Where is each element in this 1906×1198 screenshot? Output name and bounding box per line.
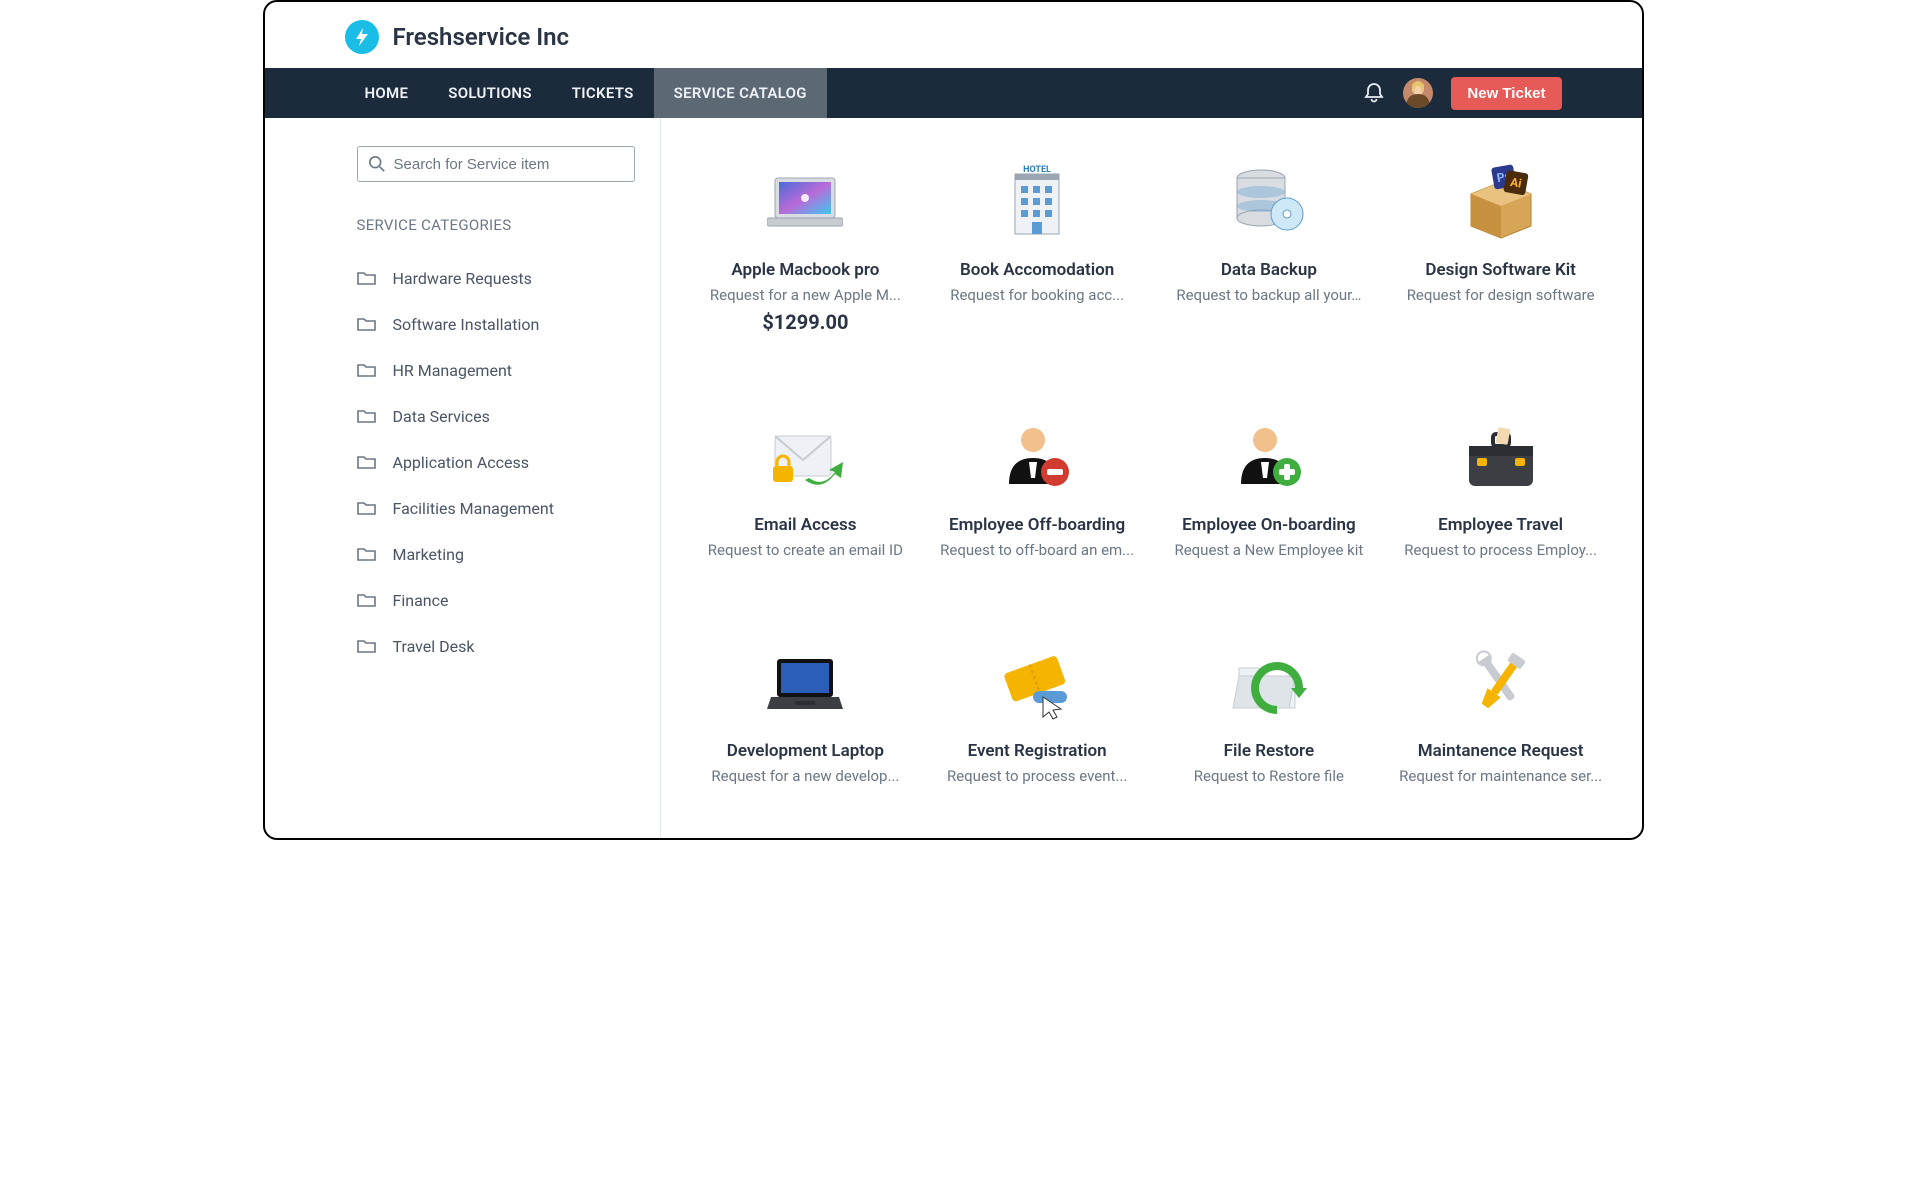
folder-icon — [357, 544, 377, 564]
category-label: Data Services — [393, 407, 490, 426]
person-plus-icon — [1214, 407, 1324, 507]
user-avatar[interactable] — [1403, 78, 1433, 108]
catalog-item-file-restore[interactable]: File Restore Request to Restore file — [1158, 633, 1380, 818]
catalog-item-desc: Request for design software — [1407, 286, 1595, 304]
catalog-item-employee-travel[interactable]: Employee Travel Request to process Emplo… — [1390, 407, 1612, 592]
catalog-item-title: Development Laptop — [727, 741, 884, 761]
category-facilities-management[interactable]: Facilities Management — [357, 492, 660, 524]
catalog-item-desc: Request for booking acc... — [950, 286, 1124, 304]
category-label: Finance — [393, 591, 449, 610]
folder-icon — [357, 590, 377, 610]
catalog-item-title: Employee Off-boarding — [949, 515, 1125, 535]
sidebar: SERVICE CATEGORIES Hardware Requests Sof… — [265, 118, 661, 838]
catalog-item-apple-macbook-pro[interactable]: Apple Macbook pro Request for a new Appl… — [695, 152, 917, 367]
category-label: Travel Desk — [393, 637, 475, 656]
category-label: Software Installation — [393, 315, 540, 334]
category-software-installation[interactable]: Software Installation — [357, 308, 660, 340]
catalog-item-desc: Request to process Employ... — [1404, 541, 1597, 559]
folder-icon — [357, 498, 377, 518]
catalog-grid: Apple Macbook pro Request for a new Appl… — [661, 118, 1642, 838]
folder-icon — [357, 268, 377, 288]
catalog-item-desc: Request for maintenance ser... — [1399, 767, 1602, 785]
hotel-icon — [982, 152, 1092, 252]
catalog-item-development-laptop[interactable]: Development Laptop Request for a new dev… — [695, 633, 917, 818]
category-data-services[interactable]: Data Services — [357, 400, 660, 432]
catalog-item-title: Apple Macbook pro — [731, 260, 879, 280]
category-marketing[interactable]: Marketing — [357, 538, 660, 570]
catalog-item-desc: Request to off-board an em... — [940, 541, 1134, 559]
category-application-access[interactable]: Application Access — [357, 446, 660, 478]
database-disc-icon — [1214, 152, 1324, 252]
catalog-item-price: $1299.00 — [762, 310, 848, 334]
folder-icon — [357, 314, 377, 334]
catalog-item-desc: Request to backup all your… — [1176, 286, 1361, 304]
catalog-item-title: Book Accomodation — [960, 260, 1114, 280]
folder-icon — [357, 406, 377, 426]
notifications-icon[interactable] — [1363, 82, 1385, 104]
dev-laptop-icon — [750, 633, 860, 733]
catalog-item-title: Employee Travel — [1438, 515, 1563, 535]
categories-heading: SERVICE CATEGORIES — [357, 216, 660, 234]
catalog-item-desc: Request a New Employee kit — [1174, 541, 1363, 559]
nav-solutions[interactable]: SOLUTIONS — [428, 68, 552, 118]
catalog-item-desc: Request for a new Apple M... — [710, 286, 901, 304]
category-label: HR Management — [393, 361, 513, 380]
brand-logo — [345, 20, 379, 54]
catalog-item-desc: Request to create an email ID — [708, 541, 903, 559]
catalog-item-title: Email Access — [754, 515, 856, 535]
catalog-item-event-registration[interactable]: Event Registration Request to process ev… — [926, 633, 1148, 818]
catalog-item-title: Data Backup — [1221, 260, 1317, 280]
category-label: Application Access — [393, 453, 530, 472]
catalog-item-desc: Request for a new develop... — [711, 767, 899, 785]
catalog-item-title: Maintanence Request — [1418, 741, 1584, 761]
tools-icon — [1446, 633, 1556, 733]
catalog-item-title: Event Registration — [968, 741, 1107, 761]
brand-header: Freshservice Inc — [265, 2, 1642, 68]
design-box-icon — [1446, 152, 1556, 252]
category-travel-desk[interactable]: Travel Desk — [357, 630, 660, 662]
category-hardware-requests[interactable]: Hardware Requests — [357, 262, 660, 294]
catalog-item-desc: Request to process event... — [947, 767, 1127, 785]
nav-service-catalog[interactable]: SERVICE CATALOG — [654, 68, 827, 118]
ticket-click-icon — [982, 633, 1092, 733]
mail-lock-icon — [750, 407, 860, 507]
categories-list: Hardware Requests Software Installation … — [357, 262, 660, 662]
nav-home[interactable]: HOME — [345, 68, 429, 118]
folder-icon — [357, 636, 377, 656]
nav-tickets[interactable]: TICKETS — [552, 68, 654, 118]
catalog-item-title: Design Software Kit — [1425, 260, 1575, 280]
catalog-item-design-software-kit[interactable]: Design Software Kit Request for design s… — [1390, 152, 1612, 367]
catalog-item-title: File Restore — [1224, 741, 1314, 761]
main-nav: HOME SOLUTIONS TICKETS SERVICE CATALOG N… — [265, 68, 1642, 118]
catalog-item-email-access[interactable]: Email Access Request to create an email … — [695, 407, 917, 592]
category-finance[interactable]: Finance — [357, 584, 660, 616]
catalog-item-employee-onboarding[interactable]: Employee On-boarding Request a New Emplo… — [1158, 407, 1380, 592]
catalog-item-book-accomodation[interactable]: Book Accomodation Request for booking ac… — [926, 152, 1148, 367]
search-wrap[interactable] — [357, 146, 635, 182]
category-label: Marketing — [393, 545, 464, 564]
catalog-item-desc: Request to Restore file — [1194, 767, 1344, 785]
macbook-icon — [750, 152, 860, 252]
category-hr-management[interactable]: HR Management — [357, 354, 660, 386]
catalog-item-maintanence-request[interactable]: Maintanence Request Request for maintena… — [1390, 633, 1612, 818]
catalog-item-employee-offboarding[interactable]: Employee Off-boarding Request to off-boa… — [926, 407, 1148, 592]
folder-icon — [357, 360, 377, 380]
brand-name: Freshservice Inc — [393, 23, 570, 51]
category-label: Hardware Requests — [393, 269, 532, 288]
catalog-item-data-backup[interactable]: Data Backup Request to backup all your… — [1158, 152, 1380, 367]
new-ticket-button[interactable]: New Ticket — [1451, 77, 1561, 110]
category-label: Facilities Management — [393, 499, 554, 518]
person-minus-icon — [982, 407, 1092, 507]
search-icon — [368, 155, 386, 173]
search-input[interactable] — [394, 156, 624, 173]
folder-icon — [357, 452, 377, 472]
folder-restore-icon — [1214, 633, 1324, 733]
catalog-item-title: Employee On-boarding — [1182, 515, 1356, 535]
briefcase-icon — [1446, 407, 1556, 507]
